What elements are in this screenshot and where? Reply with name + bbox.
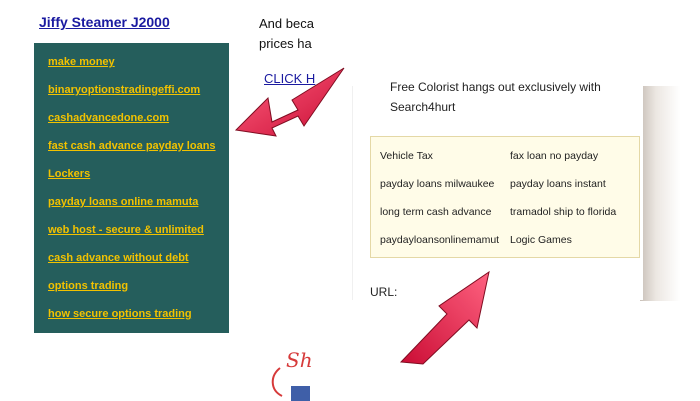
ad-link-payday-instant[interactable]: payday loans instant [510, 178, 606, 190]
sidebar-link-secure-options[interactable]: how secure options trading [48, 308, 192, 320]
sidebar-link-make-money[interactable]: make money [48, 56, 115, 68]
ad-link-vehicle-tax[interactable]: Vehicle Tax [380, 150, 433, 162]
red-arrow-left-icon [234, 67, 345, 137]
ad-link-paydayloansonline[interactable]: paydayloansonlinemamut [380, 234, 502, 246]
sidebar-link-lockers[interactable]: Lockers [48, 168, 90, 180]
sidebar-link-payday-mamuta[interactable]: payday loans online mamuta [48, 196, 198, 208]
sidebar-link-cash-advance-debt[interactable]: cash advance without debt [48, 252, 189, 264]
ad-link-long-term-cash[interactable]: long term cash advance [380, 206, 491, 218]
sidebar-link-options-trading[interactable]: options trading [48, 280, 128, 292]
ad-link-payday-milwaukee[interactable]: payday loans milwaukee [380, 178, 494, 190]
ad-link-logic-games[interactable]: Logic Games [510, 234, 572, 246]
title-link[interactable]: Jiffy Steamer J2000 [39, 14, 170, 30]
sidebar-link-binaryoptions[interactable]: binaryoptionstradingeffi.com [48, 84, 200, 96]
article-line-1: And beca [259, 16, 314, 31]
ad-link-tramadol[interactable]: tramadol ship to florida [510, 206, 616, 218]
caption-line-2: Search4hurt [390, 100, 456, 114]
red-arrow-up-icon [399, 270, 490, 365]
sponsored-links-box: make money binaryoptionstradingeffi.com … [34, 43, 229, 333]
ad-links-box: Vehicle Tax fax loan no payday payday lo… [370, 136, 640, 258]
article-text: And beca prices ha [259, 14, 314, 54]
panel-shadow [640, 86, 680, 301]
article-line-2: prices ha [259, 36, 312, 51]
panel-caption: Free Colorist hangs out exclusively with… [390, 78, 601, 117]
sidebar-link-cashadvancedone[interactable]: cashadvancedone.com [48, 112, 169, 124]
url-label: URL: [370, 285, 398, 299]
blue-square-icon [291, 386, 310, 401]
caption-line-1: Free Colorist hangs out exclusively with [390, 80, 601, 94]
sidebar-link-web-host[interactable]: web host - secure & unlimited [48, 224, 204, 236]
sidebar-link-fast-cash[interactable]: fast cash advance payday loans [48, 140, 216, 152]
ad-link-fax-loan[interactable]: fax loan no payday [510, 150, 598, 162]
